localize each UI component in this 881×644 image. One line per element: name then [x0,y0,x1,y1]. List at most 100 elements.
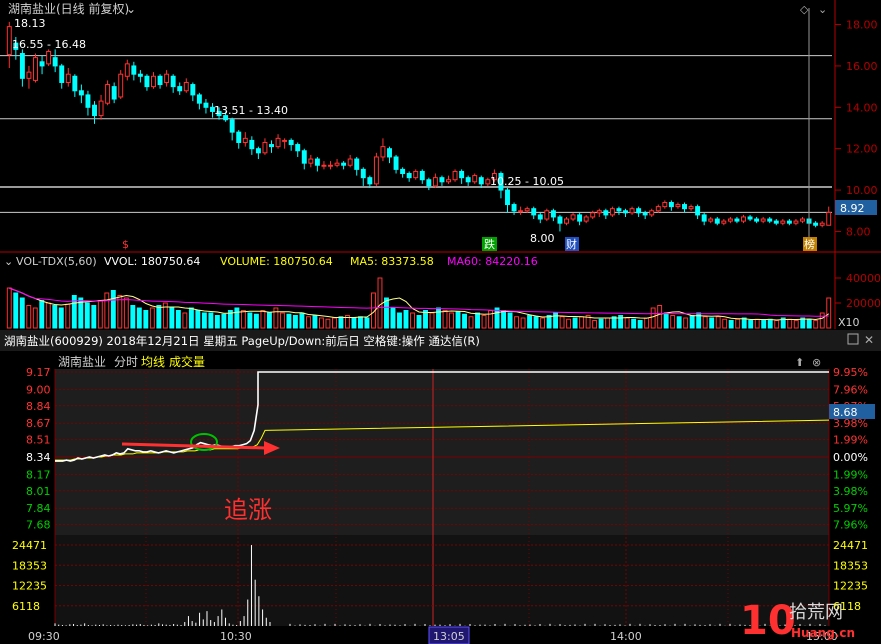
volume-bar [449,312,454,329]
volume-bar [32,307,38,329]
tab-junxian[interactable]: 均线 [141,355,165,369]
vol-tick-label: 40000 [846,272,881,285]
volume-bar [384,297,389,329]
tab-chengjiao[interactable]: 成交量 [169,354,205,369]
volume-bar [312,315,318,329]
volume-bar [520,317,526,329]
volume-bar [253,313,259,329]
chevron-down-icon[interactable]: ⌄ [126,2,136,16]
candle-body [151,75,156,88]
volume-bar [331,317,337,329]
volume-bar [325,318,331,329]
volume-bar [488,310,493,329]
volume-bar [579,316,585,329]
chevron-down-icon-right[interactable]: ⌄ [818,3,827,16]
candle-body [301,150,307,164]
up-arrow-icon[interactable]: ⬆ [795,356,804,369]
candle-body [786,220,792,224]
volume-bar [299,312,305,329]
candle-body [780,220,786,224]
candle-body [52,57,58,67]
bang-marker: 榜 [804,237,815,251]
time-axis: 09:30 10:30 13:05 14:00 15:00 [28,626,838,644]
candle-body [6,26,12,56]
volume-bar [52,305,58,329]
volume-bar [533,316,539,329]
volume-bar [234,307,240,329]
candle-body [255,148,261,154]
vol-legend-name: VOL-TDX(5,60) [16,255,97,268]
volume-axis: 40000 20000 [835,272,881,310]
volume-bar [826,297,832,329]
candle-body [46,50,52,65]
time-tick-label: 14:00 [610,630,642,643]
tab-fenshi[interactable]: 分时 [114,355,138,369]
volume-bar [462,313,467,329]
candle-body [341,162,347,166]
candle-body [439,177,445,183]
candle-body [236,131,242,143]
candle-body [688,206,694,210]
candle-body [242,137,248,143]
price-tick-label: 16.00 [846,60,878,73]
close-icon[interactable]: ✕ [864,333,874,347]
diamond-icon[interactable]: ◇ [800,3,809,16]
candle-body [819,222,825,226]
die-marker: 跌 [484,237,495,251]
candle-body [505,189,510,206]
volume-bar [117,295,123,329]
candle-body [537,214,543,220]
volume-bar [13,292,19,329]
daily-kline-panel[interactable]: 湖南盐业(日线 前复权) ⌄ ◇ ⌄ 18.00 16.00 14.00 12.00 1… [0,0,881,329]
volume-bar [806,318,812,329]
candle-body [39,61,45,67]
volume-bar [45,302,51,329]
candle-body [603,210,609,216]
volume-bar [644,317,650,329]
volume-bar [572,317,578,329]
price-levels [0,55,832,213]
close-circle-icon[interactable]: ⊗ [812,356,821,369]
candle-body [170,75,176,88]
candle-body [295,144,301,152]
tab-name[interactable]: 湖南盐业 [58,354,106,369]
volume-bar [442,310,448,329]
candle-body [183,81,189,92]
candle-body [131,65,137,75]
volume-bar [605,317,611,329]
candle-body [518,210,524,213]
price-tick-label: 10.00 [846,184,878,197]
volume-bar [260,310,266,329]
right-pct-label: 1.99% [833,434,868,447]
vol-unit: X10 [838,316,860,329]
time-tick-label: 09:30 [28,630,60,643]
candle-body [98,100,104,117]
candle-body [229,119,235,133]
volume-bar [39,300,45,329]
candle-body [26,71,32,79]
candle-body [373,156,379,185]
volume-bar [514,316,520,329]
candle-body [275,137,281,148]
vol-legend-ma60: MA60: 84220.16 [447,255,538,268]
candle-body [813,222,819,226]
candle-body [65,73,71,83]
volume-bar [527,315,533,329]
volume-bar [123,297,129,329]
volume-panel[interactable]: ⌄ VOL-TDX(5,60) VVOL: 180750.64 VOLUME: … [4,255,881,329]
watermark-number: 10 [740,598,796,644]
volume-bar [390,307,396,329]
candle-body [747,216,753,220]
candle-body [649,210,655,216]
candle-body [19,53,25,79]
vol-panel-icon[interactable]: ⌄ [4,255,13,268]
candle-body [511,204,517,212]
candle-body [616,208,622,212]
candle-body [793,220,799,224]
volume-bar [507,312,513,329]
volume-bar [84,302,90,329]
candle-body [741,216,746,222]
volume-bar [26,305,32,329]
volume-bar [774,320,780,329]
volume-bar [793,320,799,329]
